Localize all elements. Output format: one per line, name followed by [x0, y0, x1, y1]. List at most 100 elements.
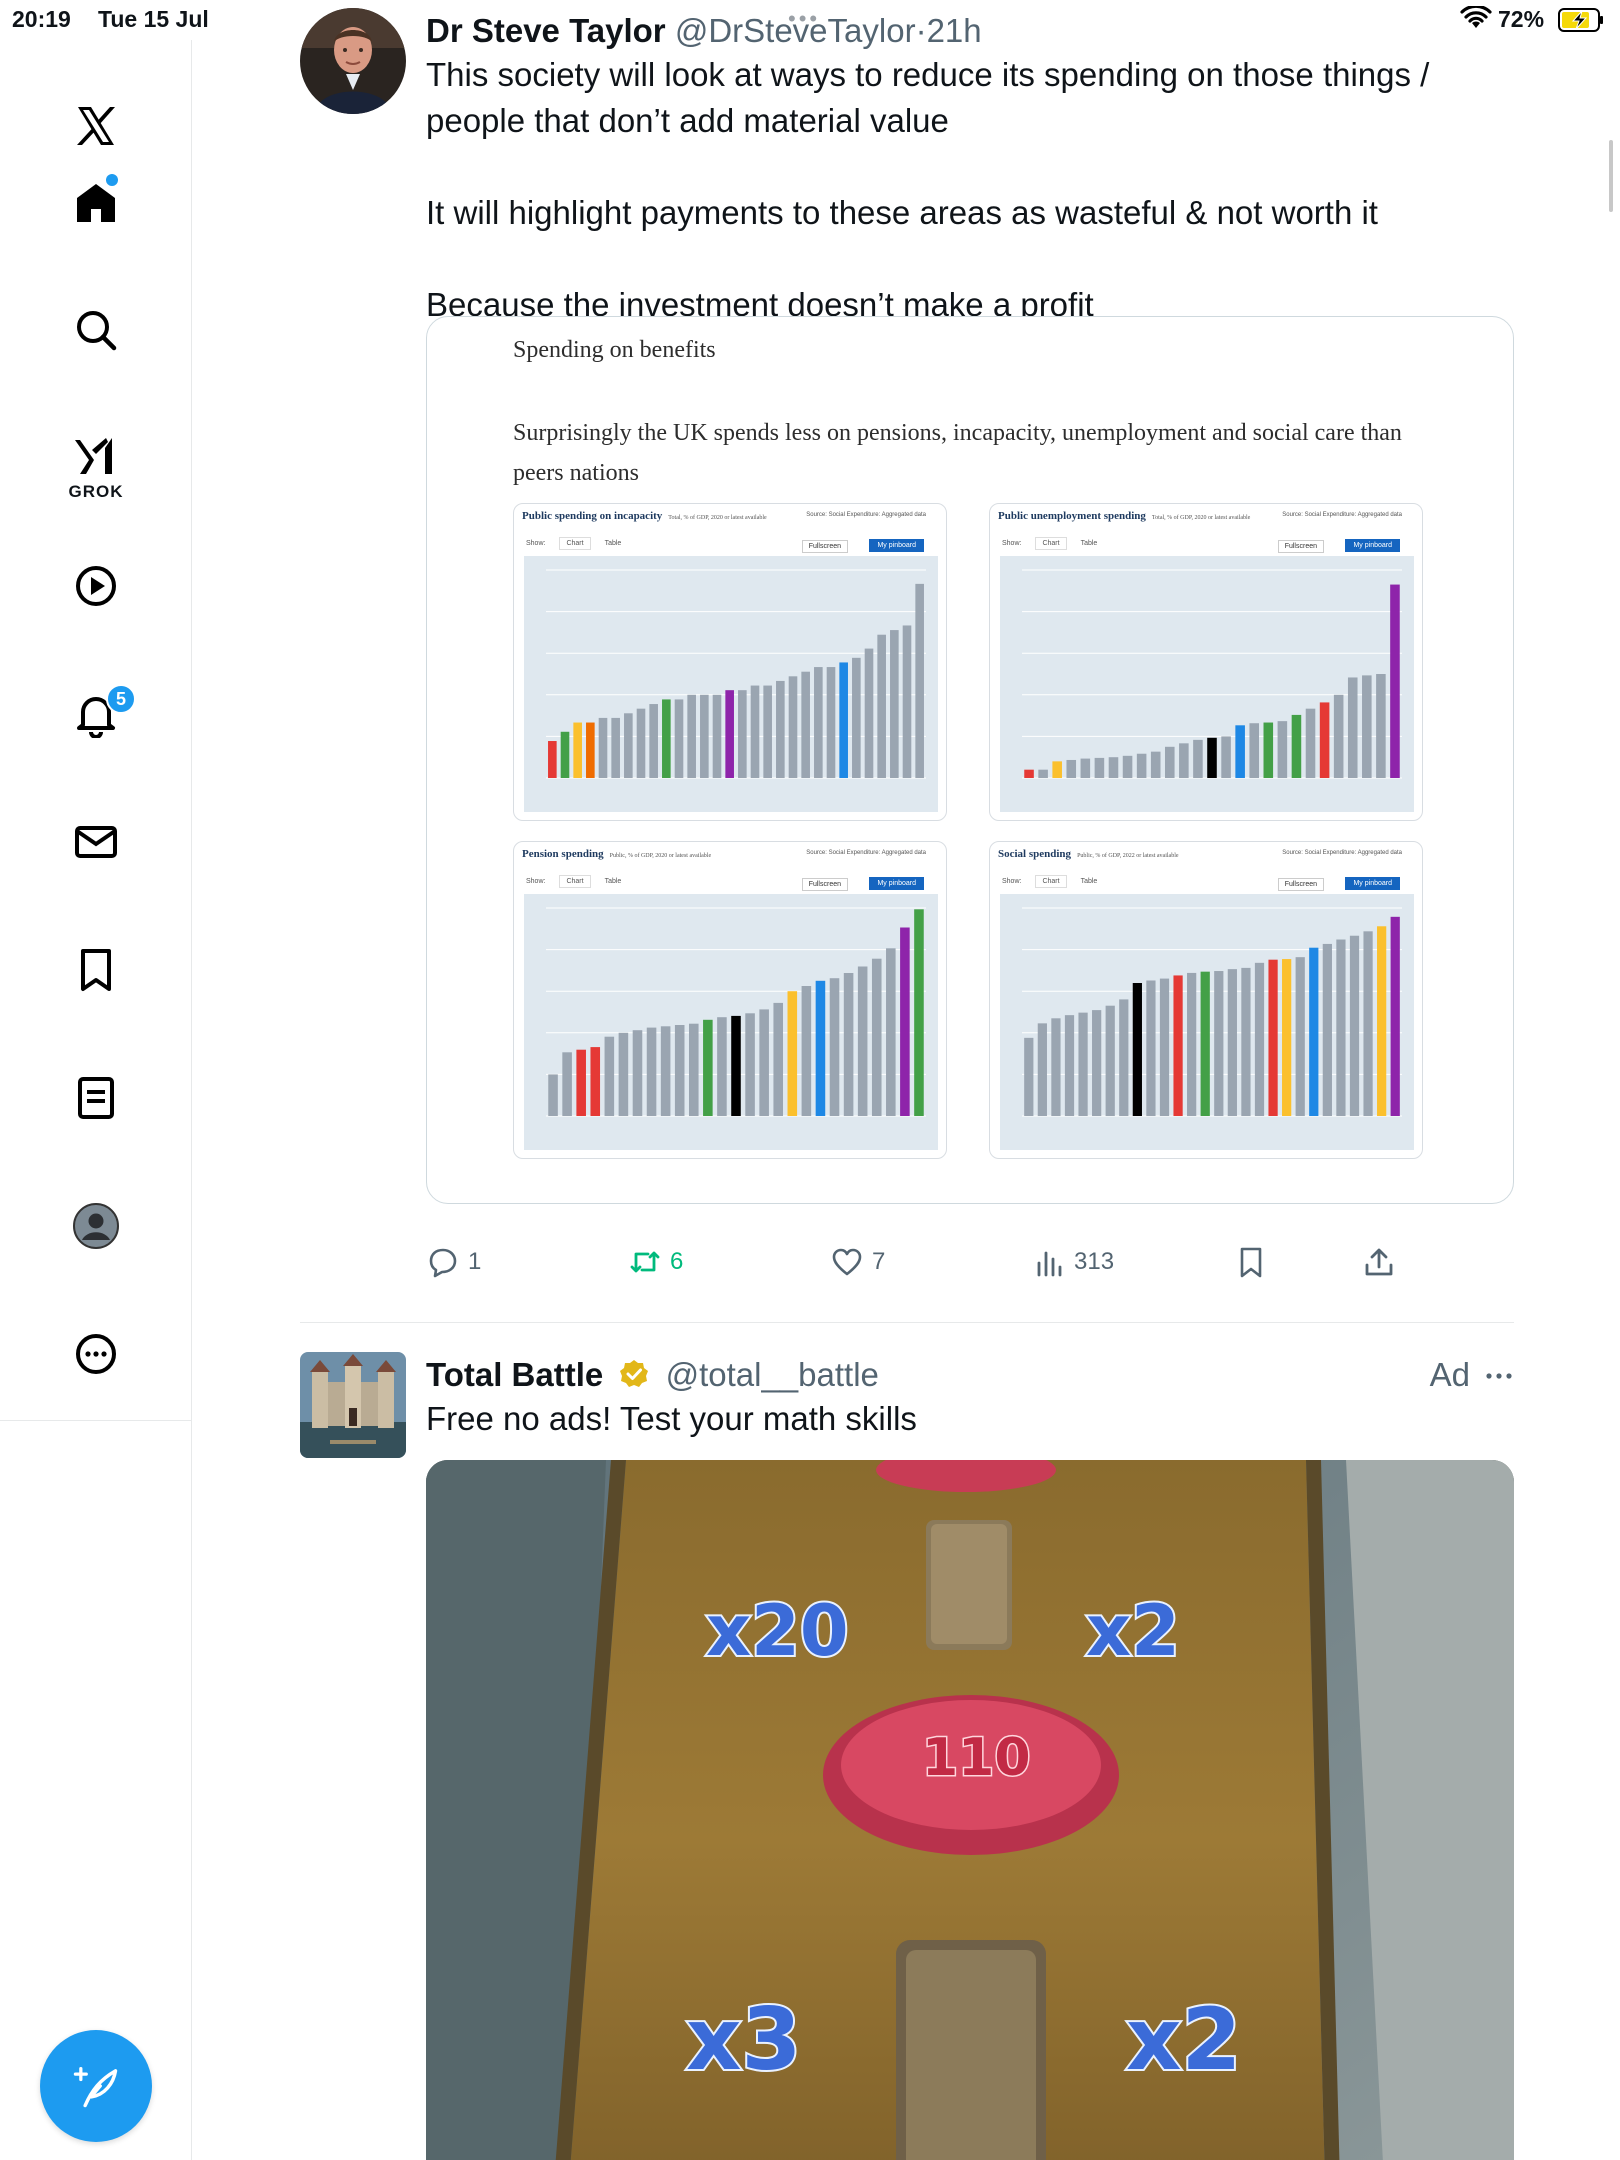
- chart-bar: [725, 690, 734, 778]
- author-handle[interactable]: @total__battle: [666, 1356, 879, 1393]
- chart-bar: [646, 1027, 657, 1116]
- chart-bar: [1119, 999, 1129, 1116]
- tweet-text-line-1: This society will look at ways to reduce…: [426, 56, 1430, 93]
- game-scene-image: [426, 1460, 1514, 2160]
- like-button[interactable]: 7: [830, 1240, 885, 1284]
- chart-bar: [902, 625, 912, 778]
- chart-bar: [1108, 757, 1119, 778]
- advertiser-avatar[interactable]: [300, 1352, 406, 1458]
- articles-icon[interactable]: [56, 1058, 136, 1138]
- chart-bar: [1024, 769, 1034, 778]
- tweet-media-image[interactable]: Spending on benefits Surprisingly the UK…: [426, 316, 1514, 1204]
- pinboard-button[interactable]: My pinboard: [1345, 877, 1400, 890]
- fullscreen-button[interactable]: Fullscreen: [801, 878, 848, 891]
- home-icon[interactable]: [56, 162, 136, 242]
- chart-incapacity: Public spending on incapacity Total, % of…: [513, 503, 947, 821]
- chart-bar: [801, 986, 812, 1116]
- chart-bar: [1150, 751, 1161, 778]
- chart-tabs: Show: Chart Table: [1002, 537, 1111, 550]
- fullscreen-button[interactable]: Fullscreen: [1277, 878, 1324, 891]
- chart-bar: [1268, 959, 1278, 1116]
- chart-bar: [1066, 759, 1077, 778]
- chart-bar: [573, 722, 582, 778]
- chart-source: Source: Social Expenditure: Aggregated d…: [806, 512, 926, 518]
- table-tab[interactable]: Table: [1081, 878, 1098, 885]
- chart-pensions: Pension spending Public, % of GDP, 2020 o…: [513, 841, 947, 1159]
- chart-bar: [1179, 743, 1189, 778]
- pinboard-button[interactable]: My pinboard: [1345, 539, 1400, 552]
- tweet-total-battle-ad[interactable]: Total Battle @total__battle Ad Free no a…: [300, 1352, 1514, 2160]
- reply-count: 1: [468, 1248, 482, 1275]
- ad-video-media[interactable]: x20 x2 110 x3 x2: [426, 1460, 1514, 2160]
- bookmarks-icon[interactable]: [56, 930, 136, 1010]
- search-icon[interactable]: [56, 290, 136, 370]
- pinboard-button[interactable]: My pinboard: [869, 539, 924, 552]
- like-count: 7: [872, 1248, 886, 1275]
- tweet-text-line-2: people that don’t add material value: [426, 102, 949, 139]
- chart-bar: [1214, 971, 1224, 1116]
- chart-tab[interactable]: Chart: [1035, 537, 1067, 550]
- status-time: 20:19: [12, 6, 71, 32]
- tweet-time[interactable]: 21h: [927, 12, 982, 49]
- author-avatar[interactable]: [300, 8, 406, 114]
- chart-bar: [674, 1025, 685, 1116]
- chart-tab[interactable]: Chart: [559, 875, 591, 888]
- author-name[interactable]: Dr Steve Taylor: [426, 12, 666, 49]
- video-play-icon[interactable]: [56, 546, 136, 626]
- chart-bar: [857, 966, 868, 1116]
- bookmark-button[interactable]: [1234, 1240, 1276, 1284]
- chart-social-spending: Social spending Public, % of GDP, 2022 or…: [989, 841, 1423, 1159]
- chart-bar: [1052, 761, 1062, 778]
- profile-avatar-icon[interactable]: [56, 1186, 136, 1266]
- chart-tab[interactable]: Chart: [559, 537, 591, 550]
- table-tab[interactable]: Table: [1081, 540, 1098, 547]
- multiplier-gate-top-left: x20: [704, 1588, 851, 1674]
- messages-envelope-icon[interactable]: [56, 802, 136, 882]
- chart-bar: [1254, 962, 1265, 1116]
- reply-button[interactable]: 1: [426, 1240, 481, 1284]
- chart-bar: [618, 1032, 629, 1116]
- tweet-divider: [300, 1322, 1514, 1323]
- chart-bar: [745, 1013, 755, 1116]
- compose-post-button[interactable]: [40, 2030, 152, 2142]
- chart-tab[interactable]: Chart: [1035, 875, 1067, 888]
- chart-bar: [1333, 694, 1344, 778]
- chart-bar: [1080, 758, 1091, 778]
- share-button[interactable]: [1362, 1240, 1404, 1284]
- scrollbar-thumb[interactable]: [1609, 140, 1613, 212]
- author-handle[interactable]: @DrSteveTaylor: [675, 12, 916, 49]
- author-name[interactable]: Total Battle: [426, 1356, 603, 1393]
- chart-bar: [717, 1017, 727, 1116]
- fullscreen-button[interactable]: Fullscreen: [1277, 540, 1324, 553]
- retweet-button[interactable]: 6: [628, 1240, 683, 1284]
- compose-feather-icon: [73, 2067, 118, 2108]
- more-dots-icon[interactable]: [1484, 1366, 1514, 1386]
- chart-source: Source: Social Expenditure: Aggregated d…: [806, 850, 926, 856]
- chart-title: Pension spending Public, % of GDP, 2020 o…: [522, 848, 712, 860]
- chart-bar: [1122, 755, 1133, 778]
- chart-bar: [814, 667, 823, 778]
- chart-bar: [1241, 967, 1251, 1116]
- chart-bar: [1235, 725, 1245, 778]
- views-button[interactable]: 313: [1032, 1240, 1114, 1284]
- chart-bar: [864, 648, 874, 778]
- chart-bar: [829, 978, 840, 1116]
- chart-bar: [674, 699, 684, 778]
- ad-label: Ad: [1429, 1356, 1470, 1393]
- x-logo-icon[interactable]: [56, 86, 136, 166]
- chart-bar: [1164, 746, 1175, 778]
- chart-source: Source: Social Expenditure: Aggregated d…: [1282, 512, 1402, 518]
- chart-bar: [759, 1009, 769, 1116]
- chart-bar: [604, 1036, 615, 1116]
- chart-plot-area: [1000, 556, 1414, 812]
- table-tab[interactable]: Table: [605, 540, 622, 547]
- more-options-icon[interactable]: [56, 1314, 136, 1394]
- fullscreen-button[interactable]: Fullscreen: [801, 540, 848, 553]
- table-tab[interactable]: Table: [605, 878, 622, 885]
- tweet-steve-taylor[interactable]: Dr Steve Taylor @DrSteveTaylor·21h This …: [300, 8, 1514, 1308]
- chart-bar: [1377, 926, 1387, 1116]
- chart-bar: [1187, 972, 1197, 1116]
- chart-bar: [662, 699, 671, 778]
- pinboard-button[interactable]: My pinboard: [869, 877, 924, 890]
- chart-bar: [548, 741, 557, 778]
